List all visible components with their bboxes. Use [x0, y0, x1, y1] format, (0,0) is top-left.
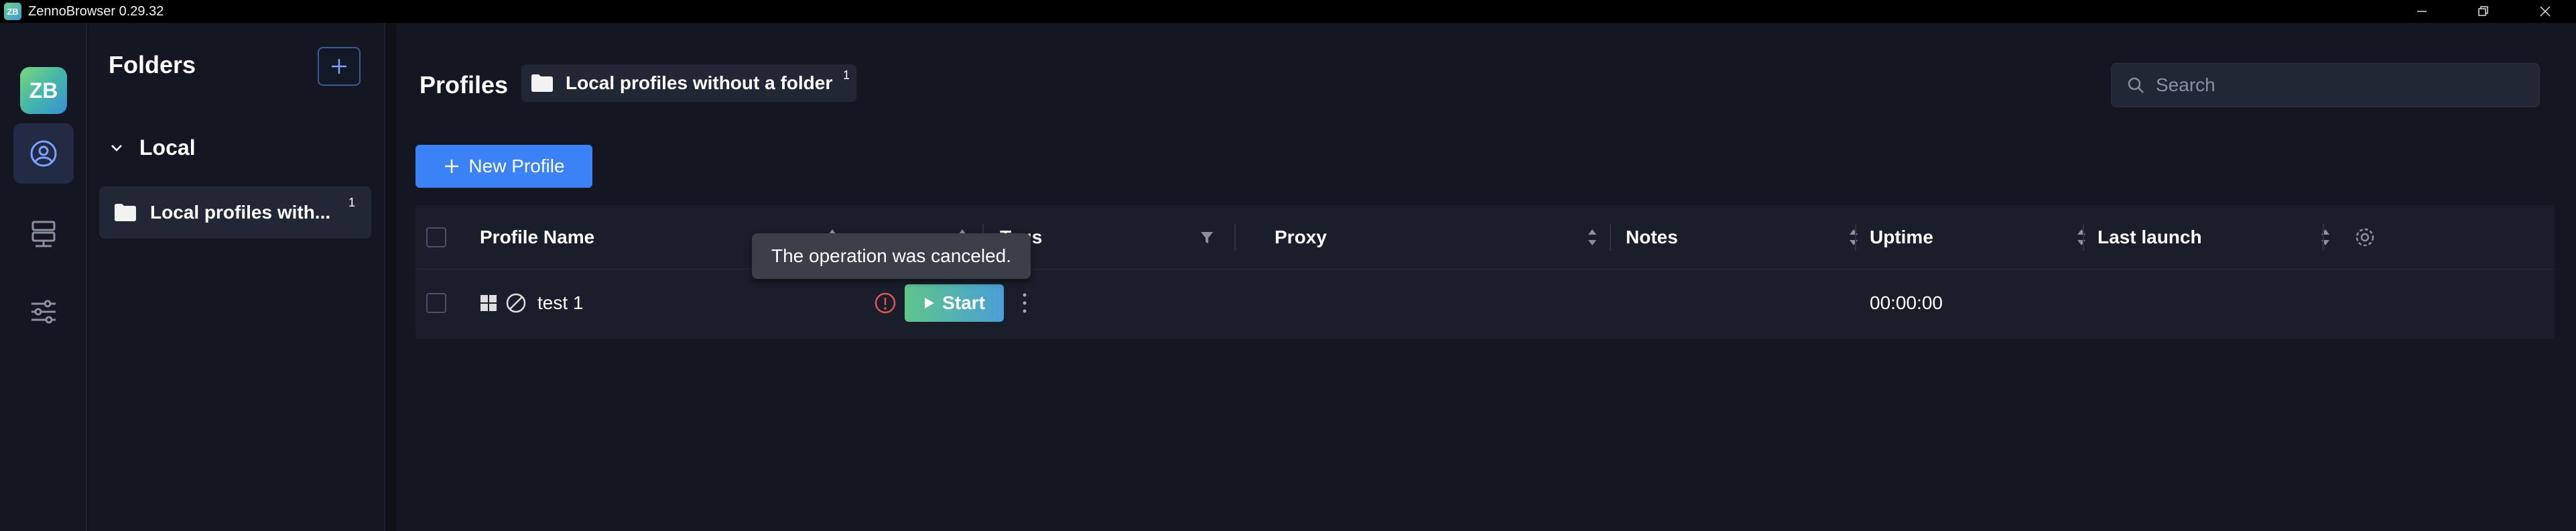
row-menu-button[interactable]: [1021, 270, 1028, 337]
folders-title: Folders: [109, 51, 196, 78]
column-label: Notes: [1626, 227, 1678, 247]
start-label: Start: [942, 292, 985, 313]
plus-icon: [445, 160, 459, 173]
profile-name: test 1: [537, 292, 584, 313]
sort-icon: [1588, 229, 1596, 245]
column-header-tags[interactable]: Tags: [1000, 205, 1225, 270]
column-label: Last launch: [2098, 227, 2202, 247]
page-title: Profiles: [420, 71, 509, 99]
current-folder-count: 1: [842, 68, 850, 82]
folders-panel: Folders Local Local profiles with... 1: [88, 23, 385, 531]
close-button[interactable]: [2514, 0, 2576, 23]
minimize-icon: [2417, 11, 2427, 12]
folder-item-local-profiles[interactable]: Local profiles with... 1: [99, 186, 371, 239]
action-cell: Start: [905, 270, 1004, 337]
plus-icon: [332, 59, 346, 74]
folder-icon: [115, 204, 136, 221]
nav-settings-button[interactable]: [13, 282, 74, 342]
search-icon: [2128, 77, 2144, 93]
uptime-cell: 00:00:00: [1870, 270, 1943, 337]
column-label: Profile Name: [480, 227, 595, 247]
new-profile-label: New Profile: [468, 156, 565, 176]
select-all-cell: [426, 205, 446, 270]
tooltip-text: The operation was canceled.: [771, 245, 1011, 266]
profiles-table: Profile Name Tags Proxy Notes: [415, 205, 2555, 339]
local-group-toggle[interactable]: Local: [109, 135, 196, 160]
column-header-last-launch[interactable]: Last launch: [2098, 205, 2341, 270]
window-title: ZennoBrowser 0.29.32: [28, 3, 164, 19]
close-icon: [2540, 6, 2551, 17]
app-title-logo: ZB: [4, 3, 21, 20]
column-header-notes[interactable]: Notes: [1626, 205, 1870, 270]
search-input[interactable]: [2156, 74, 2531, 96]
nav-rail: ZB: [0, 23, 87, 531]
column-label: Uptime: [1870, 227, 1933, 247]
column-header-uptime[interactable]: Uptime: [1870, 205, 2098, 270]
no-proxy-cell: [505, 270, 527, 337]
nav-servers-button[interactable]: [13, 202, 74, 263]
more-vertical-icon: [1023, 293, 1027, 313]
restore-button[interactable]: [2453, 0, 2514, 23]
table-settings-button[interactable]: [2354, 205, 2376, 270]
window-controls: [2391, 0, 2576, 23]
sort-icon: [2077, 229, 2085, 245]
current-folder-chip[interactable]: Local profiles without a folder 1: [521, 64, 856, 102]
folder-icon: [531, 74, 553, 92]
sort-icon: [1850, 229, 1858, 245]
profile-name-cell: test 1: [537, 270, 583, 337]
uptime-value: 00:00:00: [1870, 292, 1943, 313]
play-icon: [925, 298, 935, 308]
platform-cell: [480, 270, 497, 337]
blocked-icon: [506, 293, 526, 313]
gear-icon: [2356, 228, 2374, 247]
error-tooltip: The operation was canceled.: [752, 233, 1031, 279]
error-icon[interactable]: [874, 292, 897, 314]
folder-item-label: Local profiles with...: [150, 202, 331, 223]
search-box: [2111, 63, 2540, 107]
windows-icon: [480, 295, 497, 311]
column-divider: [2323, 224, 2324, 251]
folder-item-count: 1: [348, 196, 355, 209]
start-button[interactable]: Start: [905, 284, 1004, 322]
title-bar: ZB ZennoBrowser 0.29.32: [0, 0, 2576, 23]
new-profile-button[interactable]: New Profile: [415, 145, 592, 188]
user-icon: [30, 140, 57, 167]
add-folder-button[interactable]: [318, 47, 361, 86]
row-checkbox[interactable]: [426, 293, 446, 313]
nav-profiles-button[interactable]: [13, 123, 74, 184]
main-content: Profiles Local profiles without a folder…: [397, 23, 2576, 531]
row-select-cell: [426, 270, 446, 337]
column-divider: [1855, 224, 1856, 251]
column-divider: [1234, 224, 1236, 251]
table-header: Profile Name Tags Proxy Notes: [415, 205, 2555, 270]
status-cell: [874, 270, 897, 337]
select-all-checkbox[interactable]: [426, 227, 446, 247]
filter-icon: [1201, 232, 1213, 243]
column-header-proxy[interactable]: Proxy: [1275, 205, 1608, 270]
column-divider: [2083, 224, 2084, 251]
column-label: Proxy: [1275, 227, 1327, 247]
sort-icon: [2321, 229, 2329, 245]
restore-icon: [2478, 6, 2488, 16]
sliders-icon: [31, 300, 56, 324]
server-icon: [31, 221, 56, 247]
current-folder-label: Local profiles without a folder: [566, 72, 833, 93]
minimize-button[interactable]: [2391, 0, 2453, 23]
app-logo: ZB: [20, 67, 67, 114]
local-group-label: Local: [139, 135, 196, 160]
table-row[interactable]: test 1 Start 00:00:00: [415, 270, 2555, 337]
column-divider: [1610, 224, 1611, 251]
chevron-down-icon: [111, 144, 122, 152]
